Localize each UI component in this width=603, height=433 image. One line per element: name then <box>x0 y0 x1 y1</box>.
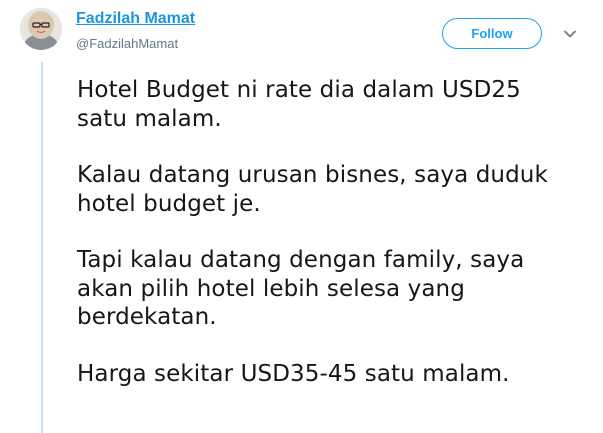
tweet-line: hotel budget je. <box>77 190 261 217</box>
tweet-line: berdekatan. <box>77 304 217 330</box>
tweet-line: Tapi kalau datang dengan family, saya <box>77 247 525 273</box>
thread-connector-line <box>41 62 43 433</box>
tweet-text: Hotel Budget ni rate dia dalam USD25 sat… <box>77 76 587 416</box>
tweet-line: akan pilih hotel lebih selesa yang <box>77 275 465 302</box>
avatar[interactable] <box>20 8 62 50</box>
tweet-line: satu malam. <box>77 105 222 132</box>
author-name-link[interactable]: Fadzilah Mamat <box>76 10 195 28</box>
author-handle: @FadzilahMamat <box>76 36 179 51</box>
tweet-paragraph: Harga sekitar USD35-45 satu malam. <box>77 360 587 389</box>
tweet-paragraph: Hotel Budget ni rate dia dalam USD25 sat… <box>77 76 587 133</box>
tweet-paragraph: Tapi kalau datang dengan family, saya ak… <box>77 246 587 332</box>
tweet-line: Hotel Budget ni rate dia dalam USD25 <box>77 77 521 103</box>
tweet-menu-button[interactable] <box>562 26 578 42</box>
follow-button[interactable]: Follow <box>442 18 542 49</box>
tweet-paragraph: Kalau datang urusan bisnes, saya duduk h… <box>77 161 587 218</box>
chevron-down-icon <box>564 30 576 38</box>
tweet-line: Harga sekitar USD35-45 satu malam. <box>77 360 510 387</box>
tweet-line: Kalau datang urusan bisnes, saya duduk <box>77 162 548 188</box>
avatar-photo <box>20 8 62 50</box>
